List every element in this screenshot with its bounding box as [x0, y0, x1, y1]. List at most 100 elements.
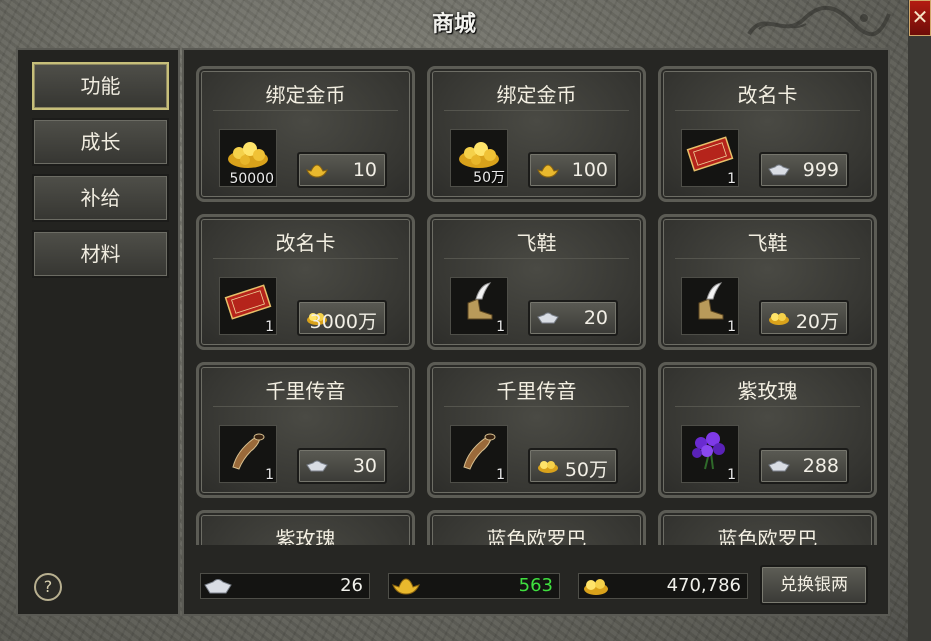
item-name: 千里传音 — [496, 379, 577, 403]
silver-amount: 26 — [340, 575, 363, 596]
category-tab-growth[interactable]: 成长 — [32, 118, 169, 166]
window-title: 商城 — [431, 12, 476, 37]
divider — [444, 110, 629, 111]
item-name: 绑定金币 — [265, 83, 346, 107]
flying-shoe-icon — [467, 282, 493, 320]
rename-card-icon — [224, 284, 272, 320]
divider — [675, 258, 860, 259]
silver-balance: 26 — [200, 573, 370, 599]
exchange-silver-button[interactable]: 兑换银两 — [760, 565, 868, 605]
buy-button[interactable]: 20 — [528, 300, 618, 336]
item-quantity: 1 — [496, 467, 505, 483]
item-slot[interactable]: 1 — [681, 277, 739, 335]
category-tab-function[interactable]: 功能 — [32, 62, 169, 110]
item-price: 10 — [352, 159, 377, 181]
gold-ingot-icon — [537, 164, 559, 178]
shop-item-card: 紫玫瑰 — [196, 510, 415, 545]
item-name: 改名卡 — [275, 231, 336, 255]
item-price: 30 — [352, 455, 377, 477]
buy-button[interactable]: 10 — [297, 152, 387, 188]
close-icon[interactable]: ✕ — [909, 0, 931, 36]
buy-button[interactable]: 999 — [759, 152, 849, 188]
item-name: 改名卡 — [737, 83, 798, 107]
shop-item-card: 千里传音 1 30 — [196, 362, 415, 498]
shop-item-card: 绑定金币 50000 10 — [196, 66, 415, 202]
gold-ingot-icon — [392, 578, 420, 595]
item-quantity: 1 — [727, 467, 736, 483]
horn-icon — [232, 433, 265, 470]
silver-ingot-icon — [768, 164, 790, 176]
item-slot[interactable]: 50万 — [450, 129, 508, 187]
shop-item-card: 蓝色欧罗巴 — [427, 510, 646, 545]
item-quantity: 1 — [265, 467, 274, 483]
category-sidebar: 功能 成长 补给 材料 ? — [16, 48, 180, 616]
item-price: 100 — [571, 159, 608, 181]
item-quantity: 50000 — [229, 171, 274, 187]
item-quantity: 1 — [265, 319, 274, 335]
shop-item-card: 飞鞋 1 20 — [427, 214, 646, 350]
category-tab-supply[interactable]: 补给 — [32, 174, 169, 222]
buy-button[interactable]: 3000万 — [297, 300, 387, 336]
shop-panel: 绑定金币 50000 10 绑定金币 50万 100 改名卡 1 999 改名卡… — [182, 48, 890, 616]
item-slot[interactable]: 50000 — [219, 129, 277, 187]
divider — [213, 258, 398, 259]
divider — [213, 110, 398, 111]
item-name: 蓝色欧罗巴 — [717, 527, 818, 545]
shop-item-card: 改名卡 1 3000万 — [196, 214, 415, 350]
shop-item-card: 绑定金币 50万 100 — [427, 66, 646, 202]
item-name: 绑定金币 — [496, 83, 577, 107]
item-slot[interactable]: 1 — [450, 277, 508, 335]
item-name: 紫玫瑰 — [737, 379, 798, 403]
item-quantity: 50万 — [473, 170, 505, 186]
divider — [444, 406, 629, 407]
gold-coins-icon — [584, 579, 608, 595]
item-price: 20 — [583, 307, 608, 329]
item-quantity: 1 — [496, 319, 505, 335]
gold-ingot-icon — [306, 164, 328, 178]
gold-ingot-balance: 563 — [388, 573, 560, 599]
flying-shoe-icon — [698, 282, 724, 320]
item-slot[interactable]: 1 — [219, 425, 277, 483]
item-slot[interactable]: 1 — [681, 425, 739, 483]
buy-button[interactable]: 288 — [759, 448, 849, 484]
buy-button[interactable]: 30 — [297, 448, 387, 484]
item-slot[interactable]: 1 — [681, 129, 739, 187]
item-price: 50万 — [564, 459, 608, 481]
divider — [444, 258, 629, 259]
item-price: 3000万 — [309, 311, 377, 333]
shop-item-card: 紫玫瑰 1 288 — [658, 362, 877, 498]
item-name: 飞鞋 — [516, 231, 557, 255]
item-slot[interactable]: 1 — [450, 425, 508, 483]
shop-item-card: 飞鞋 1 20万 — [658, 214, 877, 350]
gold-coin-amount: 470,786 — [666, 575, 741, 596]
purple-rose-icon — [692, 432, 725, 470]
item-grid: 绑定金币 50000 10 绑定金币 50万 100 改名卡 1 999 改名卡… — [184, 50, 888, 545]
gold-coins-icon — [538, 461, 558, 473]
divider — [675, 110, 860, 111]
help-icon[interactable]: ? — [34, 573, 62, 601]
divider — [213, 406, 398, 407]
horn-icon — [463, 433, 496, 470]
category-tab-material[interactable]: 材料 — [32, 230, 169, 278]
item-name: 紫玫瑰 — [275, 527, 336, 545]
gold-ingot-amount: 563 — [518, 575, 553, 596]
silver-ingot-icon — [204, 579, 232, 594]
gold-coin-balance: 470,786 — [578, 573, 748, 599]
currency-bar: 26 563 470,786 兑换银两 — [184, 545, 888, 614]
silver-ingot-icon — [768, 460, 790, 472]
item-quantity: 1 — [727, 171, 736, 187]
buy-button[interactable]: 20万 — [759, 300, 849, 336]
item-price: 288 — [802, 455, 839, 477]
buy-button[interactable]: 100 — [528, 152, 618, 188]
divider — [675, 406, 860, 407]
shop-window: 商城 功能 成长 补给 材料 ? 绑定金币 50000 10 绑定金币 50万 … — [0, 0, 908, 641]
shop-item-card: 蓝色欧罗巴 — [658, 510, 877, 545]
buy-button[interactable]: 50万 — [528, 448, 618, 484]
item-name: 千里传音 — [265, 379, 346, 403]
gold-coins-icon — [228, 142, 268, 168]
item-slot[interactable]: 1 — [219, 277, 277, 335]
item-name: 飞鞋 — [747, 231, 788, 255]
item-price: 999 — [802, 159, 839, 181]
shop-item-card: 千里传音 1 50万 — [427, 362, 646, 498]
silver-ingot-icon — [537, 312, 559, 324]
